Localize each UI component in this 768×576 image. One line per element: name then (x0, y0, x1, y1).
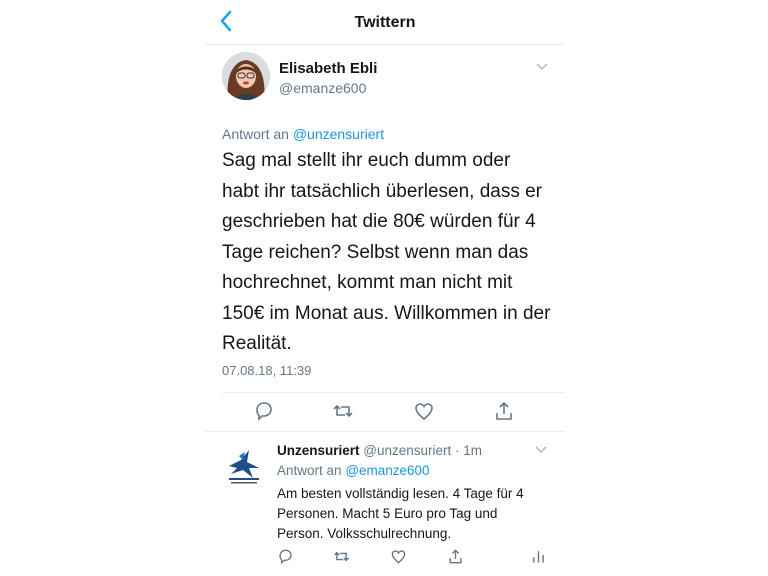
like-icon[interactable] (390, 548, 407, 565)
author-avatar[interactable] (222, 52, 270, 100)
page-title: Twittern (354, 14, 416, 31)
reply-mention-link[interactable]: @unzensuriert (293, 126, 384, 142)
reply-header: Unzensuriert @unzensuriert · 1m (277, 443, 482, 458)
reply-prefix: Antwort an (222, 126, 289, 142)
reply-prefix: Antwort an (277, 463, 342, 478)
reply-actions (205, 546, 565, 568)
tweet-text: Sag mal stellt ihr euch dumm oder habt i… (222, 150, 551, 354)
reply-age: 1m (463, 443, 483, 458)
share-icon[interactable] (447, 548, 464, 565)
retweet-icon[interactable] (333, 548, 350, 565)
retweet-icon[interactable] (332, 400, 354, 422)
reply-author-handle[interactable]: @unzensuriert (363, 443, 451, 458)
tweet-actions (205, 398, 565, 426)
analytics-icon[interactable] (530, 548, 547, 565)
chevron-down-icon[interactable] (535, 446, 547, 454)
reply-icon[interactable] (277, 548, 294, 565)
reply-context: Antwort an @unzensuriert (222, 126, 384, 142)
divider (222, 392, 565, 393)
avatar-image (222, 52, 270, 100)
author-handle[interactable]: @emanze600 (279, 80, 366, 96)
reply-text: Am besten vollständig lesen. 4 Tage für … (277, 486, 524, 541)
reply-mention-link[interactable]: @emanze600 (345, 463, 429, 478)
reply-author-avatar[interactable] (219, 442, 269, 492)
dot-separator: · (451, 443, 464, 458)
divider (205, 431, 565, 432)
author-name[interactable]: Elisabeth Ebli (279, 60, 377, 77)
twitter-screen: Twittern Elisabeth Ebli @emanze600 Antwo… (205, 0, 565, 576)
reply-icon[interactable] (253, 400, 275, 422)
unzensuriert-logo (219, 442, 269, 492)
like-icon[interactable] (413, 400, 435, 422)
nav-bar: Twittern (205, 0, 565, 45)
reply-context: Antwort an @emanze600 (277, 463, 430, 478)
share-icon[interactable] (493, 400, 515, 422)
reply-author-name[interactable]: Unzensuriert (277, 443, 360, 458)
tweet-timestamp[interactable]: 07.08.18, 11:39 (222, 363, 311, 378)
chevron-down-icon[interactable] (535, 62, 549, 72)
